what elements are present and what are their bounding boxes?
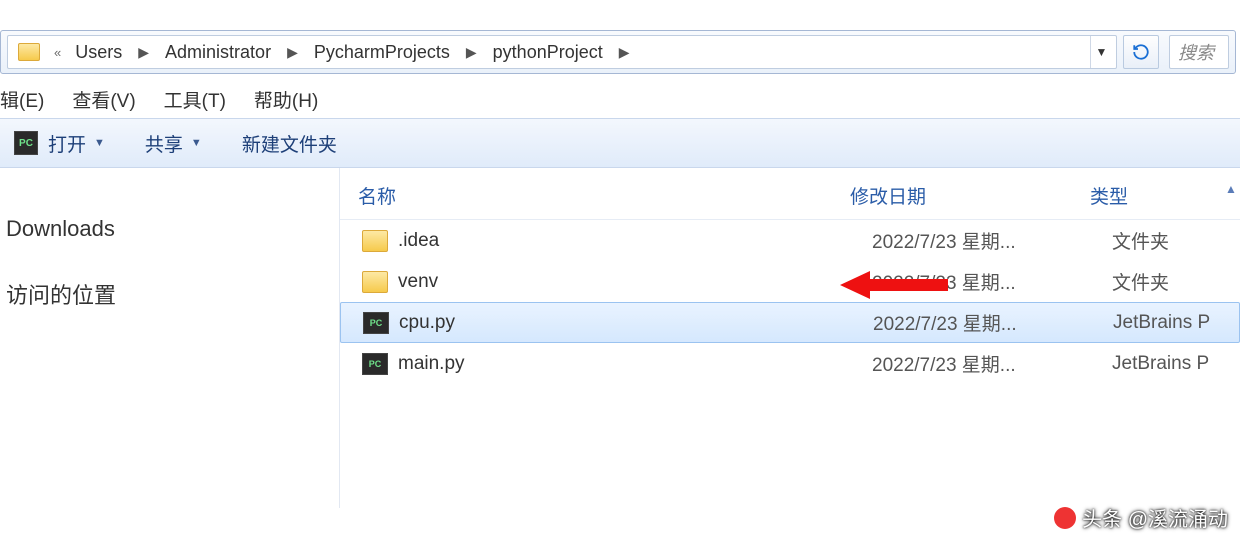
watermark: 头条 @溪流涌动	[1054, 503, 1228, 532]
file-type: 文件夹	[1112, 268, 1240, 295]
file-name: .idea	[398, 230, 872, 252]
file-row[interactable]: .idea2022/7/23 星期...文件夹	[340, 220, 1240, 261]
chevron-right-icon[interactable]: ▶	[454, 44, 489, 61]
content-area: Downloads 访问的位置 名称 修改日期 类型 ▲ .idea2022/7…	[0, 168, 1240, 508]
menu-bar: 辑(E) 查看(V) 工具(T) 帮助(H)	[0, 74, 1240, 118]
file-date: 2022/7/23 星期...	[873, 309, 1113, 336]
address-bar: « Users ▶ Administrator ▶ PycharmProject…	[0, 30, 1236, 74]
refresh-icon	[1132, 43, 1150, 61]
crumb-users[interactable]: Users	[71, 42, 126, 63]
crumb-administrator[interactable]: Administrator	[161, 42, 275, 63]
menu-view[interactable]: 查看(V)	[72, 86, 135, 113]
navigation-pane: Downloads 访问的位置	[0, 168, 340, 508]
chevron-down-icon: ▼	[94, 137, 105, 149]
menu-tools[interactable]: 工具(T)	[164, 86, 226, 113]
chevron-right-icon[interactable]: ▶	[275, 44, 310, 61]
nav-downloads[interactable]: Downloads	[0, 198, 339, 260]
pycharm-file-icon: PC	[363, 312, 389, 334]
file-name: venv	[398, 271, 872, 293]
file-type: JetBrains P	[1112, 353, 1240, 375]
sort-indicator-icon[interactable]: ▲	[1222, 182, 1240, 209]
search-input[interactable]: 搜索	[1169, 35, 1229, 69]
search-placeholder: 搜索	[1178, 39, 1214, 65]
file-date: 2022/7/23 星期...	[872, 227, 1112, 254]
crumb-pythonproject[interactable]: pythonProject	[489, 42, 607, 63]
pycharm-icon: PC	[14, 131, 38, 155]
open-button[interactable]: 打开▼	[48, 130, 105, 157]
nav-recent[interactable]: 访问的位置	[0, 260, 339, 328]
column-headers: 名称 修改日期 类型 ▲	[340, 168, 1240, 220]
watermark-logo-icon	[1054, 507, 1076, 529]
menu-edit[interactable]: 辑(E)	[0, 86, 44, 113]
crumb-pycharmprojects[interactable]: PycharmProjects	[310, 42, 454, 63]
col-modified[interactable]: 修改日期	[850, 182, 1090, 209]
file-row[interactable]: venv2022/7/23 星期...文件夹	[340, 261, 1240, 302]
file-type: JetBrains P	[1113, 312, 1239, 334]
new-folder-button[interactable]: 新建文件夹	[242, 130, 337, 157]
col-type[interactable]: 类型	[1090, 182, 1222, 209]
refresh-button[interactable]	[1123, 35, 1159, 69]
chevron-down-icon: ▼	[191, 137, 202, 149]
watermark-text: 头条 @溪流涌动	[1082, 503, 1228, 532]
col-name[interactable]: 名称	[340, 182, 850, 209]
breadcrumb[interactable]: « Users ▶ Administrator ▶ PycharmProject…	[7, 35, 1117, 69]
chevron-right-icon[interactable]: ▶	[126, 44, 161, 61]
share-button[interactable]: 共享▼	[145, 130, 202, 157]
file-type: 文件夹	[1112, 227, 1240, 254]
file-name: cpu.py	[399, 312, 873, 334]
file-row[interactable]: PC main.py2022/7/23 星期...JetBrains P	[340, 343, 1240, 384]
file-date: 2022/7/23 星期...	[872, 268, 1112, 295]
toolbar: PC 打开▼ 共享▼ 新建文件夹	[0, 118, 1240, 168]
folder-icon	[362, 271, 388, 293]
file-list-pane: 名称 修改日期 类型 ▲ .idea2022/7/23 星期...文件夹venv…	[340, 168, 1240, 508]
file-date: 2022/7/23 星期...	[872, 350, 1112, 377]
file-row[interactable]: PC cpu.py2022/7/23 星期...JetBrains P	[340, 302, 1240, 343]
folder-icon	[18, 43, 40, 61]
file-name: main.py	[398, 353, 872, 375]
pycharm-file-icon: PC	[362, 353, 388, 375]
menu-help[interactable]: 帮助(H)	[254, 86, 318, 113]
history-chevrons-icon[interactable]: «	[44, 45, 71, 60]
folder-icon	[362, 230, 388, 252]
address-dropdown-icon[interactable]: ▼	[1090, 36, 1112, 68]
chevron-right-icon[interactable]: ▶	[607, 44, 642, 61]
